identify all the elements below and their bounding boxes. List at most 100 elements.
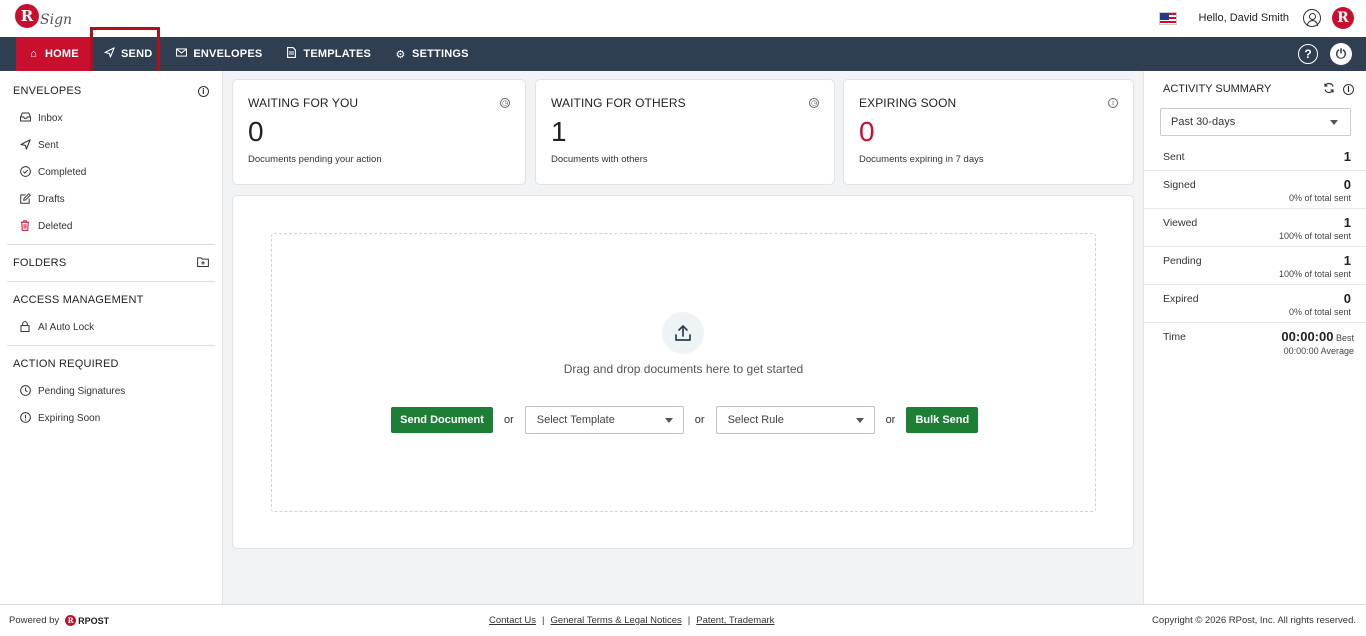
nav-templates-label: TEMPLATES — [303, 48, 372, 60]
upload-actions: Send Document or Select Template or Sele… — [391, 406, 979, 434]
select-rule-dropdown[interactable]: Select Rule — [715, 406, 875, 434]
sidebar-item-deleted[interactable]: Deleted — [0, 213, 222, 240]
card-waiting-for-you[interactable]: WAITING FOR YOU 0 Documents pending your… — [232, 79, 526, 185]
add-folder-icon[interactable] — [197, 256, 209, 270]
card-subtitle: Documents with others — [551, 154, 648, 165]
copyright: Copyright © 2026 RPost, Inc. All rights … — [1152, 615, 1356, 626]
home-icon: ⌂ — [30, 48, 37, 60]
nav-settings[interactable]: ⚙ SETTINGS — [383, 37, 481, 71]
alert-circle-icon — [19, 411, 31, 426]
stat-label: Expired — [1163, 293, 1199, 305]
rsign-logo[interactable]: R Sign — [15, 4, 72, 28]
time-average-value: 00:00:00 — [1283, 346, 1319, 356]
sidebar-item-label: Completed — [38, 167, 87, 178]
clock-icon: ◷ — [809, 98, 819, 108]
card-waiting-for-others[interactable]: WAITING FOR OTHERS 1 Documents with othe… — [535, 79, 835, 185]
patent-trademark-link[interactable]: Patent, Trademark — [696, 615, 774, 626]
stat-value: 1 — [1343, 253, 1351, 268]
footer-separator: | — [542, 615, 545, 626]
envelopes-section-title: ENVELOPES — [13, 85, 82, 97]
select-rule-label: Select Rule — [727, 414, 784, 426]
sidebar-item-sent[interactable]: Sent — [0, 132, 222, 159]
nav-home-label: HOME — [45, 48, 79, 60]
language-flag-icon[interactable] — [1158, 11, 1177, 25]
stat-value: 1 — [1343, 149, 1351, 164]
activity-summary-panel: ACTIVITY SUMMARY i Past 30-days Sent 1 S… — [1143, 71, 1366, 604]
send-icon — [104, 47, 115, 61]
stat-label: Signed — [1163, 179, 1196, 191]
send-icon — [19, 138, 31, 153]
terms-link[interactable]: General Terms & Legal Notices — [550, 615, 681, 626]
nav-send[interactable]: SEND — [92, 37, 164, 71]
activity-title: ACTIVITY SUMMARY — [1163, 83, 1272, 95]
activity-header: ACTIVITY SUMMARY i — [1144, 71, 1366, 107]
contact-us-link[interactable]: Contact Us — [489, 615, 536, 626]
document-dropzone[interactable]: Drag and drop documents here to get star… — [271, 233, 1096, 512]
action-section-title: ACTION REQUIRED — [13, 358, 119, 370]
card-title: WAITING FOR YOU — [248, 96, 359, 110]
rpost-logo[interactable]: R RPOST — [65, 615, 109, 626]
stat-percentage: 0% of total sent — [1288, 307, 1351, 317]
sidebar-item-ai-auto-lock[interactable]: AI Auto Lock — [0, 314, 222, 341]
chevron-down-icon — [664, 417, 673, 423]
refresh-icon[interactable] — [1323, 82, 1335, 97]
period-value: Past 30-days — [1171, 116, 1236, 128]
footer-separator: | — [687, 615, 691, 626]
brand-logo-icon: R — [1332, 7, 1354, 29]
help-button[interactable]: ? — [1298, 44, 1318, 64]
sidebar-item-label: Inbox — [38, 113, 63, 124]
info-icon[interactable]: i — [1343, 83, 1354, 95]
footer: Powered by R RPOST Contact Us | General … — [0, 604, 1366, 636]
user-greeting: Hello, David Smith — [1198, 12, 1289, 24]
rpost-logo-text: RPOST — [78, 615, 110, 626]
logout-power-button[interactable]: ⏻ — [1330, 43, 1352, 65]
divider — [7, 281, 215, 282]
select-template-dropdown[interactable]: Select Template — [524, 406, 684, 434]
sidebar-item-inbox[interactable]: Inbox — [0, 105, 222, 132]
rpost-logo-icon: R — [65, 615, 77, 626]
lock-icon — [19, 320, 31, 335]
bulk-send-button[interactable]: Bulk Send — [906, 407, 979, 433]
stat-viewed: Viewed 1 100% of total sent — [1144, 209, 1366, 247]
sidebar-item-completed[interactable]: Completed — [0, 159, 222, 186]
sidebar-item-label: Drafts — [38, 194, 65, 205]
time-best-label: Best — [1335, 333, 1354, 343]
sidebar-item-pending-signatures[interactable]: Pending Signatures — [0, 378, 222, 405]
card-value: 0 — [248, 116, 264, 147]
trash-icon — [19, 219, 31, 234]
info-icon: i — [1108, 98, 1118, 108]
chevron-down-icon — [1330, 119, 1338, 125]
or-separator: or — [694, 414, 705, 426]
card-title: EXPIRING SOON — [859, 96, 957, 110]
stat-value: 1 — [1343, 215, 1351, 230]
sidebar-item-drafts[interactable]: Drafts — [0, 186, 222, 213]
nav-home[interactable]: ⌂ HOME — [16, 37, 92, 71]
sidebar-item-label: Sent — [38, 140, 59, 151]
stat-label: Viewed — [1163, 217, 1198, 229]
card-title: WAITING FOR OTHERS — [551, 96, 686, 110]
card-expiring-soon[interactable]: EXPIRING SOON 0 Documents expiring in 7 … — [843, 79, 1134, 185]
powered-by-label: Powered by — [9, 615, 60, 626]
stat-label: Sent — [1163, 151, 1185, 163]
stat-value: 0 — [1343, 177, 1351, 192]
envelope-icon — [176, 48, 188, 60]
send-document-button[interactable]: Send Document — [391, 407, 493, 433]
sidebar-item-expiring-soon[interactable]: Expiring Soon — [0, 405, 222, 432]
left-sidebar: ENVELOPES i Inbox Sent Completed Drafts … — [0, 71, 223, 604]
user-profile-icon[interactable] — [1303, 9, 1321, 27]
info-icon[interactable]: i — [198, 85, 209, 97]
folders-section-header: FOLDERS — [0, 249, 222, 277]
card-subtitle: Documents pending your action — [248, 154, 382, 165]
nav-templates[interactable]: TEMPLATES — [274, 37, 383, 71]
powered-by: Powered by R RPOST — [9, 615, 109, 626]
upload-icon[interactable] — [662, 312, 704, 354]
top-header: R Sign Hello, David Smith R — [0, 0, 1366, 37]
or-separator: or — [885, 414, 896, 426]
period-dropdown[interactable]: Past 30-days — [1160, 108, 1351, 136]
nav-envelopes-label: ENVELOPES — [193, 48, 263, 60]
check-circle-icon — [19, 165, 31, 180]
card-value: 0 — [859, 116, 875, 147]
nav-envelopes[interactable]: ENVELOPES — [164, 37, 274, 71]
stat-percentage: 0% of total sent — [1288, 193, 1351, 203]
card-value: 1 — [551, 116, 567, 147]
